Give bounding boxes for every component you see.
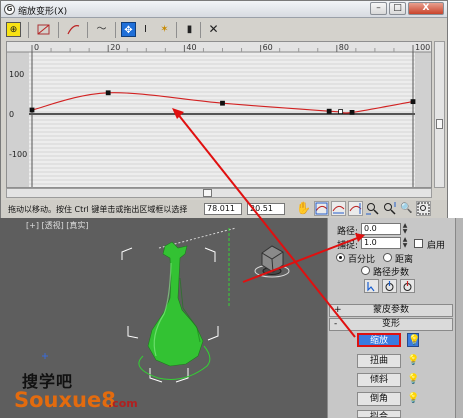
scale-control-point-icon[interactable]: I: [138, 22, 153, 37]
percentage-label: 百分比: [348, 255, 376, 265]
path-label: 路径:: [337, 227, 359, 237]
snap-label: 捕捉:: [337, 241, 359, 251]
path-spinner[interactable]: 0.0: [361, 223, 401, 235]
make-curve-icon[interactable]: 〜: [94, 22, 109, 37]
bezier-point-icon[interactable]: [66, 22, 81, 37]
ruler-tick-label: 0: [34, 43, 39, 52]
curve-control-point[interactable]: [349, 110, 355, 115]
minimize-button[interactable]: –: [370, 2, 387, 15]
ruler-tick-label: 60: [263, 43, 273, 52]
snap-spinner-arrows[interactable]: ▲ ▼: [402, 237, 408, 249]
graph-canvas[interactable]: 0 20 40 60 80 100 100 0 -100: [7, 42, 432, 188]
y-axis-label: 0: [9, 110, 14, 119]
toolbar-divider: [28, 22, 29, 38]
zoom-extents-icon[interactable]: [314, 201, 329, 216]
fit-deformation-button[interactable]: 拟合: [357, 410, 401, 418]
curve-control-point[interactable]: [326, 108, 332, 114]
path-spinner-arrows[interactable]: ▲ ▼: [402, 223, 408, 235]
watermark-english: Souxue8: [14, 388, 116, 412]
status-bar: 拖动以移动。按住 Ctrl 键单击或拖出区域框以选择 78.011 20.51 …: [1, 200, 447, 218]
enable-checkbox[interactable]: [414, 239, 423, 248]
pan-icon[interactable]: ✋: [296, 201, 311, 216]
next-shape-icon[interactable]: [400, 279, 415, 293]
y-axis-label: -100: [9, 150, 27, 159]
vertical-scroll-thumb[interactable]: [436, 119, 443, 129]
y-axis-label: 100: [9, 70, 24, 79]
scale-deformation-dialog: G 缩放变形(X) – □ X ⊕ 〜 ✥ I ✶ ▮ ✕ 0 20 40 60 80 1…: [0, 0, 448, 218]
curve-control-point[interactable]: [220, 100, 225, 106]
percentage-radio[interactable]: [336, 253, 345, 262]
zoom-horizontal-extents-icon[interactable]: [331, 201, 346, 216]
ruler-tick-label: 40: [186, 43, 196, 52]
watermark-suffix: .com: [108, 397, 138, 410]
command-panel-scrollbar[interactable]: [455, 218, 463, 418]
zoom-icon[interactable]: 🔍: [399, 201, 414, 216]
teeter-deformation-button[interactable]: 倾斜: [357, 373, 401, 387]
reset-curve-icon[interactable]: ✕: [206, 22, 221, 37]
rollout-title: 变形: [381, 319, 400, 329]
toolbar-divider: [176, 22, 177, 38]
snap-spinner[interactable]: 1.0: [361, 237, 401, 249]
graph-horizontal-scrollbar[interactable]: [6, 188, 432, 198]
twist-enable-bulb-icon[interactable]: 💡: [407, 354, 419, 368]
toolbar-divider: [58, 22, 59, 38]
bevel-enable-bulb-icon[interactable]: 💡: [407, 392, 419, 406]
toolbar-divider: [87, 22, 88, 38]
y-value-field[interactable]: 20.51: [247, 203, 285, 215]
delete-control-point-icon[interactable]: ▮: [182, 22, 197, 37]
zoom-vertical-extents-icon[interactable]: [348, 201, 363, 216]
toolbar-divider: [200, 22, 201, 38]
graph-gutter-right: [415, 42, 431, 187]
zoom-horizontal-icon[interactable]: [365, 201, 380, 216]
grid-marker: [42, 353, 48, 359]
app-icon: G: [4, 4, 15, 15]
ruler-tick-label: 20: [110, 43, 120, 52]
vase-object[interactable]: [147, 241, 204, 367]
enable-label: 启用: [427, 241, 446, 251]
x-value-field[interactable]: 78.011: [204, 203, 242, 215]
twist-deformation-button[interactable]: 扭曲: [357, 354, 401, 368]
horizontal-scroll-thumb[interactable]: [203, 189, 212, 197]
ruler-tick-label: 80: [339, 43, 349, 52]
box-helper-object: [254, 245, 290, 278]
title-bar[interactable]: G 缩放变形(X) – □ X: [1, 1, 447, 18]
move-control-point-icon[interactable]: ✥: [121, 22, 136, 37]
curve-control-point[interactable]: [410, 99, 416, 104]
graph-ruler: [7, 42, 431, 52]
zoom-vertical-icon[interactable]: [382, 201, 397, 216]
ruler-tick-label: 100: [415, 43, 430, 52]
lock-aspect-icon[interactable]: ⊕: [6, 22, 21, 37]
close-button[interactable]: X: [408, 2, 444, 15]
scale-enable-bulb-icon[interactable]: 💡: [407, 333, 420, 347]
deformation-graph[interactable]: 0 20 40 60 80 100 100 0 -100: [6, 41, 432, 188]
deformation-toolbar: ⊕ 〜 ✥ I ✶ ▮ ✕: [1, 19, 447, 41]
distance-label: 距离: [395, 255, 414, 265]
maximize-button[interactable]: □: [389, 2, 406, 15]
distance-radio[interactable]: [383, 253, 392, 262]
zoom-region-icon[interactable]: [416, 201, 431, 216]
corner-point-icon[interactable]: [36, 22, 51, 37]
insert-corner-point-icon[interactable]: ✶: [157, 22, 172, 37]
path-steps-radio[interactable]: [361, 266, 370, 275]
previous-shape-icon[interactable]: [382, 279, 397, 293]
graph-vertical-scrollbar[interactable]: [434, 41, 445, 188]
deformations-rollout[interactable]: - 变形: [329, 318, 453, 331]
curve-control-point[interactable]: [105, 90, 111, 96]
status-hint: 拖动以移动。按住 Ctrl 键单击或拖出区域框以选择: [8, 205, 188, 214]
curve-control-point[interactable]: [29, 107, 35, 113]
curve-control-point[interactable]: [338, 109, 344, 114]
rollout-title: 蒙皮参数: [372, 305, 409, 315]
pick-shape-icon[interactable]: [364, 279, 379, 293]
skin-parameters-rollout[interactable]: + 蒙皮参数: [329, 304, 453, 317]
teeter-enable-bulb-icon[interactable]: 💡: [407, 373, 419, 387]
window-title: 缩放变形(X): [18, 7, 68, 17]
scale-deformation-button[interactable]: 缩放: [357, 333, 401, 347]
path-steps-label: 路径步数: [373, 268, 410, 278]
toolbar-divider: [115, 22, 116, 38]
bevel-deformation-button[interactable]: 倒角: [357, 392, 401, 406]
